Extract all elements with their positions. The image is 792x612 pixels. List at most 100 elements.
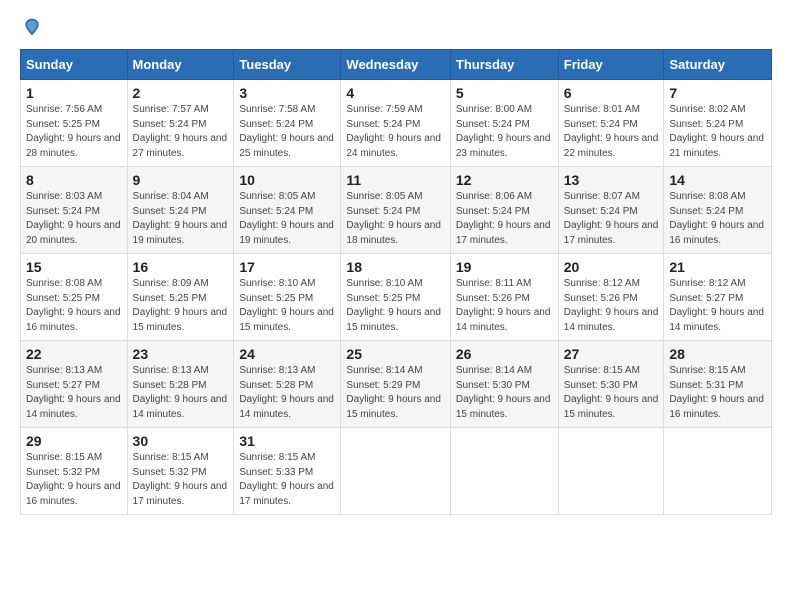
day-info: Sunrise: 8:13 AM Sunset: 5:28 PM Dayligh… — [133, 364, 229, 422]
day-info: Sunrise: 7:59 AM Sunset: 5:24 PM Dayligh… — [346, 103, 444, 161]
calendar-cell — [450, 428, 558, 515]
calendar-cell: 15 Sunrise: 8:08 AM Sunset: 5:25 PM Dayl… — [21, 254, 128, 341]
day-info: Sunrise: 8:05 AM Sunset: 5:24 PM Dayligh… — [239, 190, 335, 248]
day-number: 13 — [564, 172, 659, 188]
day-number: 28 — [669, 346, 766, 362]
calendar-week-2: 8 Sunrise: 8:03 AM Sunset: 5:24 PM Dayli… — [21, 167, 772, 254]
weekday-header-monday: Monday — [127, 50, 234, 80]
calendar-cell: 24 Sunrise: 8:13 AM Sunset: 5:28 PM Dayl… — [234, 341, 341, 428]
day-number: 16 — [133, 259, 229, 275]
day-info: Sunrise: 7:57 AM Sunset: 5:24 PM Dayligh… — [133, 103, 229, 161]
day-info: Sunrise: 8:07 AM Sunset: 5:24 PM Dayligh… — [564, 190, 659, 248]
calendar-cell: 16 Sunrise: 8:09 AM Sunset: 5:25 PM Dayl… — [127, 254, 234, 341]
calendar-cell: 10 Sunrise: 8:05 AM Sunset: 5:24 PM Dayl… — [234, 167, 341, 254]
calendar-cell: 2 Sunrise: 7:57 AM Sunset: 5:24 PM Dayli… — [127, 80, 234, 167]
day-info: Sunrise: 8:15 AM Sunset: 5:33 PM Dayligh… — [239, 451, 335, 509]
calendar-cell: 31 Sunrise: 8:15 AM Sunset: 5:33 PM Dayl… — [234, 428, 341, 515]
day-info: Sunrise: 8:00 AM Sunset: 5:24 PM Dayligh… — [456, 103, 553, 161]
day-number: 31 — [239, 433, 335, 449]
calendar-cell: 7 Sunrise: 8:02 AM Sunset: 5:24 PM Dayli… — [664, 80, 772, 167]
weekday-header-saturday: Saturday — [664, 50, 772, 80]
day-info: Sunrise: 8:10 AM Sunset: 5:25 PM Dayligh… — [346, 277, 444, 335]
weekday-header-sunday: Sunday — [21, 50, 128, 80]
day-number: 24 — [239, 346, 335, 362]
day-number: 8 — [26, 172, 122, 188]
calendar-cell: 20 Sunrise: 8:12 AM Sunset: 5:26 PM Dayl… — [558, 254, 664, 341]
weekday-header-wednesday: Wednesday — [341, 50, 450, 80]
day-number: 26 — [456, 346, 553, 362]
calendar-cell: 29 Sunrise: 8:15 AM Sunset: 5:32 PM Dayl… — [21, 428, 128, 515]
weekday-header-thursday: Thursday — [450, 50, 558, 80]
day-info: Sunrise: 8:04 AM Sunset: 5:24 PM Dayligh… — [133, 190, 229, 248]
weekday-header-tuesday: Tuesday — [234, 50, 341, 80]
calendar-cell: 23 Sunrise: 8:13 AM Sunset: 5:28 PM Dayl… — [127, 341, 234, 428]
day-number: 2 — [133, 85, 229, 101]
page-header — [20, 16, 772, 37]
calendar-cell: 14 Sunrise: 8:08 AM Sunset: 5:24 PM Dayl… — [664, 167, 772, 254]
day-number: 1 — [26, 85, 122, 101]
calendar-cell: 25 Sunrise: 8:14 AM Sunset: 5:29 PM Dayl… — [341, 341, 450, 428]
calendar-week-5: 29 Sunrise: 8:15 AM Sunset: 5:32 PM Dayl… — [21, 428, 772, 515]
day-number: 22 — [26, 346, 122, 362]
day-info: Sunrise: 8:14 AM Sunset: 5:30 PM Dayligh… — [456, 364, 553, 422]
day-number: 4 — [346, 85, 444, 101]
calendar-cell: 26 Sunrise: 8:14 AM Sunset: 5:30 PM Dayl… — [450, 341, 558, 428]
day-number: 15 — [26, 259, 122, 275]
day-info: Sunrise: 8:11 AM Sunset: 5:26 PM Dayligh… — [456, 277, 553, 335]
calendar-cell — [341, 428, 450, 515]
day-info: Sunrise: 8:15 AM Sunset: 5:32 PM Dayligh… — [133, 451, 229, 509]
day-number: 7 — [669, 85, 766, 101]
calendar-cell: 21 Sunrise: 8:12 AM Sunset: 5:27 PM Dayl… — [664, 254, 772, 341]
day-info: Sunrise: 8:15 AM Sunset: 5:30 PM Dayligh… — [564, 364, 659, 422]
calendar-cell: 9 Sunrise: 8:04 AM Sunset: 5:24 PM Dayli… — [127, 167, 234, 254]
day-number: 3 — [239, 85, 335, 101]
day-number: 17 — [239, 259, 335, 275]
day-info: Sunrise: 8:09 AM Sunset: 5:25 PM Dayligh… — [133, 277, 229, 335]
day-info: Sunrise: 8:08 AM Sunset: 5:25 PM Dayligh… — [26, 277, 122, 335]
day-number: 11 — [346, 172, 444, 188]
day-number: 19 — [456, 259, 553, 275]
day-number: 25 — [346, 346, 444, 362]
logo-icon — [22, 17, 42, 37]
calendar-cell: 28 Sunrise: 8:15 AM Sunset: 5:31 PM Dayl… — [664, 341, 772, 428]
calendar-cell: 13 Sunrise: 8:07 AM Sunset: 5:24 PM Dayl… — [558, 167, 664, 254]
calendar-week-1: 1 Sunrise: 7:56 AM Sunset: 5:25 PM Dayli… — [21, 80, 772, 167]
day-number: 30 — [133, 433, 229, 449]
day-info: Sunrise: 8:02 AM Sunset: 5:24 PM Dayligh… — [669, 103, 766, 161]
day-info: Sunrise: 8:01 AM Sunset: 5:24 PM Dayligh… — [564, 103, 659, 161]
calendar-cell: 3 Sunrise: 7:58 AM Sunset: 5:24 PM Dayli… — [234, 80, 341, 167]
calendar-cell — [664, 428, 772, 515]
calendar-cell: 4 Sunrise: 7:59 AM Sunset: 5:24 PM Dayli… — [341, 80, 450, 167]
calendar-cell: 22 Sunrise: 8:13 AM Sunset: 5:27 PM Dayl… — [21, 341, 128, 428]
calendar-cell: 1 Sunrise: 7:56 AM Sunset: 5:25 PM Dayli… — [21, 80, 128, 167]
calendar-cell: 5 Sunrise: 8:00 AM Sunset: 5:24 PM Dayli… — [450, 80, 558, 167]
day-info: Sunrise: 8:12 AM Sunset: 5:27 PM Dayligh… — [669, 277, 766, 335]
logo — [20, 16, 44, 37]
day-info: Sunrise: 8:12 AM Sunset: 5:26 PM Dayligh… — [564, 277, 659, 335]
calendar-cell: 6 Sunrise: 8:01 AM Sunset: 5:24 PM Dayli… — [558, 80, 664, 167]
calendar-cell: 11 Sunrise: 8:05 AM Sunset: 5:24 PM Dayl… — [341, 167, 450, 254]
calendar-cell — [558, 428, 664, 515]
day-info: Sunrise: 7:58 AM Sunset: 5:24 PM Dayligh… — [239, 103, 335, 161]
day-info: Sunrise: 8:10 AM Sunset: 5:25 PM Dayligh… — [239, 277, 335, 335]
day-info: Sunrise: 7:56 AM Sunset: 5:25 PM Dayligh… — [26, 103, 122, 161]
calendar-cell: 17 Sunrise: 8:10 AM Sunset: 5:25 PM Dayl… — [234, 254, 341, 341]
calendar-cell: 12 Sunrise: 8:06 AM Sunset: 5:24 PM Dayl… — [450, 167, 558, 254]
day-number: 10 — [239, 172, 335, 188]
day-number: 21 — [669, 259, 766, 275]
day-info: Sunrise: 8:15 AM Sunset: 5:31 PM Dayligh… — [669, 364, 766, 422]
day-number: 20 — [564, 259, 659, 275]
day-info: Sunrise: 8:13 AM Sunset: 5:27 PM Dayligh… — [26, 364, 122, 422]
day-info: Sunrise: 8:08 AM Sunset: 5:24 PM Dayligh… — [669, 190, 766, 248]
day-info: Sunrise: 8:14 AM Sunset: 5:29 PM Dayligh… — [346, 364, 444, 422]
calendar-cell: 30 Sunrise: 8:15 AM Sunset: 5:32 PM Dayl… — [127, 428, 234, 515]
day-number: 23 — [133, 346, 229, 362]
calendar-table: SundayMondayTuesdayWednesdayThursdayFrid… — [20, 49, 772, 515]
calendar-header: SundayMondayTuesdayWednesdayThursdayFrid… — [21, 50, 772, 80]
day-info: Sunrise: 8:05 AM Sunset: 5:24 PM Dayligh… — [346, 190, 444, 248]
calendar-cell: 19 Sunrise: 8:11 AM Sunset: 5:26 PM Dayl… — [450, 254, 558, 341]
day-number: 18 — [346, 259, 444, 275]
day-number: 29 — [26, 433, 122, 449]
day-info: Sunrise: 8:15 AM Sunset: 5:32 PM Dayligh… — [26, 451, 122, 509]
day-number: 6 — [564, 85, 659, 101]
